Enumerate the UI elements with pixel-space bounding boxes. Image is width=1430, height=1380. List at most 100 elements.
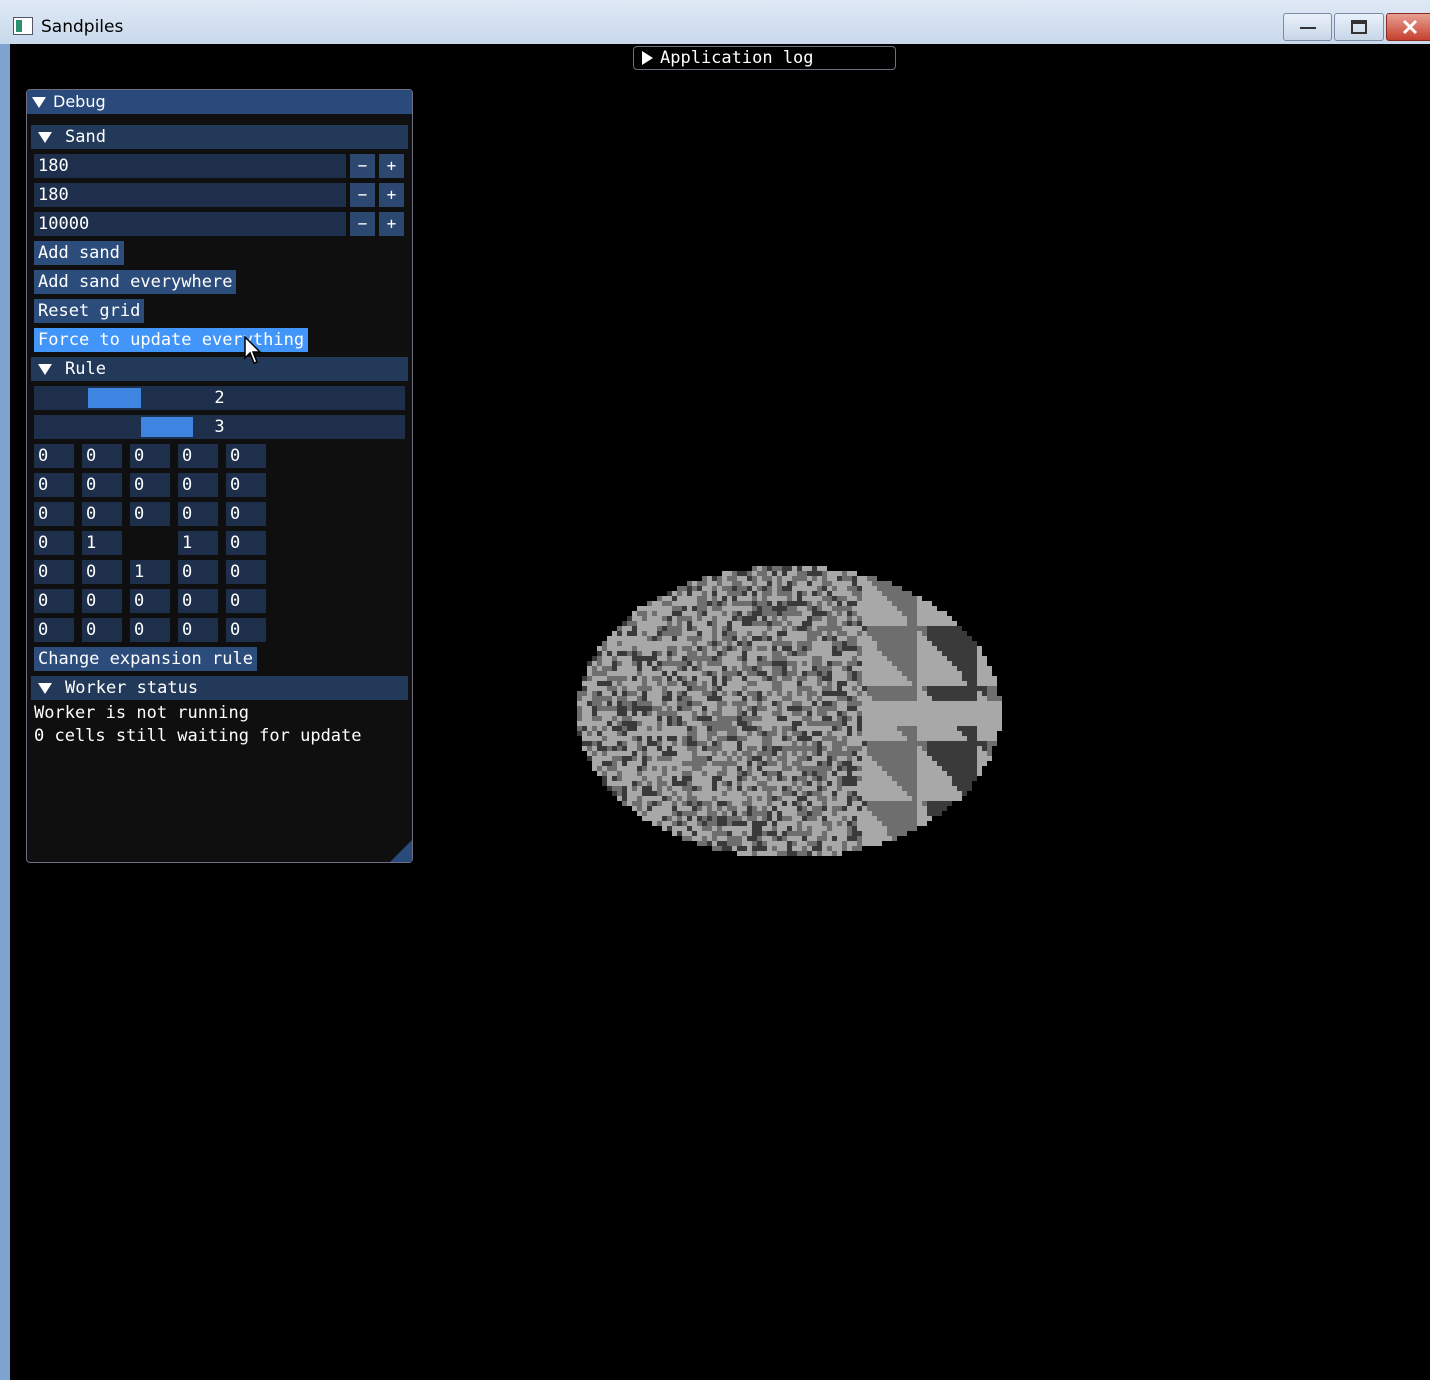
rule-cell-input[interactable]: 0 bbox=[178, 473, 218, 497]
rule-cell-value: 1 bbox=[182, 533, 193, 553]
grid-height-decrement-button[interactable]: − bbox=[350, 183, 375, 207]
rule-cell-input[interactable]: 0 bbox=[178, 560, 218, 584]
reset-grid-button[interactable]: Reset grid bbox=[34, 299, 145, 323]
rule-cell-input[interactable]: 0 bbox=[34, 618, 74, 642]
rule-cell-input[interactable]: 1 bbox=[130, 560, 170, 584]
rule-cell-input[interactable]: 0 bbox=[178, 589, 218, 613]
rule-cell-value: 0 bbox=[230, 446, 241, 466]
rule-cell-input[interactable]: 0 bbox=[226, 531, 266, 555]
sand-header[interactable]: Sand bbox=[31, 125, 408, 149]
sand-amount-input[interactable]: 10000 bbox=[34, 212, 346, 236]
rule-cell-value: 0 bbox=[86, 620, 97, 640]
rule-cell-input[interactable]: 0 bbox=[226, 473, 266, 497]
collapse-arrow-icon bbox=[38, 132, 52, 143]
grid-height-input[interactable]: 180 bbox=[34, 183, 346, 207]
rule-cell-value: 0 bbox=[38, 446, 49, 466]
resize-grip[interactable] bbox=[390, 840, 412, 862]
application-log-label: Application log bbox=[660, 48, 814, 68]
rule-cell-input[interactable]: 0 bbox=[82, 618, 122, 642]
sand-amount-increment-button[interactable]: + bbox=[379, 212, 404, 236]
rule-cell-input[interactable]: 0 bbox=[82, 589, 122, 613]
rule-cell-input[interactable]: 0 bbox=[178, 444, 218, 468]
force-update-button[interactable]: Force to update everything bbox=[34, 328, 309, 352]
rule-cell-value: 0 bbox=[86, 562, 97, 582]
rule-cell-input[interactable]: 0 bbox=[82, 473, 122, 497]
rule-cell-input[interactable]: 0 bbox=[34, 473, 74, 497]
close-icon bbox=[1402, 19, 1418, 35]
rule-cell-value: 0 bbox=[230, 475, 241, 495]
rule-cell-value: 0 bbox=[134, 475, 145, 495]
rule-cell-input[interactable]: 0 bbox=[34, 444, 74, 468]
rule-cell-value: 0 bbox=[182, 475, 193, 495]
rule-cell-input[interactable]: 0 bbox=[34, 560, 74, 584]
change-expansion-rule-button[interactable]: Change expansion rule bbox=[34, 647, 257, 671]
grid-width-input[interactable]: 180 bbox=[34, 154, 346, 178]
rule-cell-input[interactable]: 0 bbox=[130, 589, 170, 613]
application-log-collapsed[interactable]: Application log bbox=[633, 46, 896, 70]
rule-cell-value: 0 bbox=[182, 591, 193, 611]
sand-amount-decrement-button[interactable]: − bbox=[350, 212, 375, 236]
mouse-cursor-icon bbox=[244, 336, 262, 364]
debug-window-title-bar[interactable]: Debug bbox=[27, 90, 412, 114]
grid-width-decrement-button[interactable]: − bbox=[350, 154, 375, 178]
sandpile-cells bbox=[577, 566, 1002, 856]
worker-status-header[interactable]: Worker status bbox=[31, 676, 408, 700]
rule-cell-input[interactable]: 0 bbox=[130, 473, 170, 497]
rule-slider-1[interactable]: 2 bbox=[34, 386, 405, 410]
rule-cell-value: 0 bbox=[38, 475, 49, 495]
maximize-button[interactable] bbox=[1334, 13, 1384, 41]
rule-cell-value: 0 bbox=[134, 620, 145, 640]
rule-cell-input[interactable]: 0 bbox=[82, 444, 122, 468]
rule-cell-value: 0 bbox=[38, 504, 49, 524]
rule-cell-value: 0 bbox=[182, 620, 193, 640]
rule-cell-input[interactable]: 0 bbox=[226, 560, 266, 584]
rule-cell-value: 0 bbox=[86, 446, 97, 466]
rule-slider-2-value: 3 bbox=[214, 417, 225, 437]
rule-cell-input[interactable]: 0 bbox=[226, 444, 266, 468]
worker-running-status: Worker is not running bbox=[34, 703, 249, 723]
debug-window-title: Debug bbox=[53, 92, 106, 111]
rule-cell-input[interactable]: 0 bbox=[82, 502, 122, 526]
rule-cell-input[interactable]: 0 bbox=[226, 502, 266, 526]
rule-header[interactable]: Rule bbox=[31, 357, 408, 381]
rule-cell-value: 0 bbox=[134, 504, 145, 524]
close-button[interactable] bbox=[1386, 13, 1430, 41]
rule-cell-input[interactable]: 0 bbox=[34, 502, 74, 526]
add-sand-button[interactable]: Add sand bbox=[34, 241, 124, 265]
grid-height-increment-button[interactable]: + bbox=[379, 183, 404, 207]
rule-cell-input[interactable]: 0 bbox=[82, 560, 122, 584]
rule-cell-value: 0 bbox=[230, 533, 241, 553]
rule-cell-input[interactable]: 1 bbox=[178, 531, 218, 555]
rule-grid-center bbox=[130, 531, 170, 555]
rule-slider-1-value: 2 bbox=[214, 388, 225, 408]
app-canvas[interactable]: Application log Debug Sand 180 − + 180 −… bbox=[10, 44, 1430, 1380]
rule-cell-input[interactable]: 0 bbox=[130, 618, 170, 642]
rule-cell-input[interactable]: 0 bbox=[130, 444, 170, 468]
rule-cell-input[interactable]: 0 bbox=[34, 589, 74, 613]
rule-cell-value: 0 bbox=[86, 475, 97, 495]
title-bar[interactable]: Sandpiles bbox=[0, 0, 1430, 44]
rule-cell-value: 1 bbox=[86, 533, 97, 553]
collapse-arrow-icon bbox=[38, 683, 52, 694]
rule-cell-value: 0 bbox=[38, 591, 49, 611]
rule-cell-input[interactable]: 0 bbox=[178, 502, 218, 526]
rule-cell-input[interactable]: 0 bbox=[226, 589, 266, 613]
rule-cell-value: 0 bbox=[134, 591, 145, 611]
rule-slider-2[interactable]: 3 bbox=[34, 415, 405, 439]
rule-cell-value: 0 bbox=[230, 562, 241, 582]
rule-cell-value: 0 bbox=[86, 504, 97, 524]
rule-cell-value: 0 bbox=[86, 591, 97, 611]
rule-cell-input[interactable]: 0 bbox=[178, 618, 218, 642]
minimize-button[interactable] bbox=[1283, 13, 1332, 41]
rule-cell-input[interactable]: 0 bbox=[34, 531, 74, 555]
window-title: Sandpiles bbox=[41, 17, 124, 37]
rule-cell-input[interactable]: 0 bbox=[130, 502, 170, 526]
grid-width-value: 180 bbox=[38, 156, 69, 176]
add-sand-everywhere-button[interactable]: Add sand everywhere bbox=[34, 270, 237, 294]
collapse-arrow-icon[interactable] bbox=[32, 97, 46, 108]
rule-cell-input[interactable]: 0 bbox=[226, 618, 266, 642]
collapse-arrow-icon bbox=[38, 364, 52, 375]
rule-cell-value: 0 bbox=[230, 504, 241, 524]
rule-cell-input[interactable]: 1 bbox=[82, 531, 122, 555]
grid-width-increment-button[interactable]: + bbox=[379, 154, 404, 178]
